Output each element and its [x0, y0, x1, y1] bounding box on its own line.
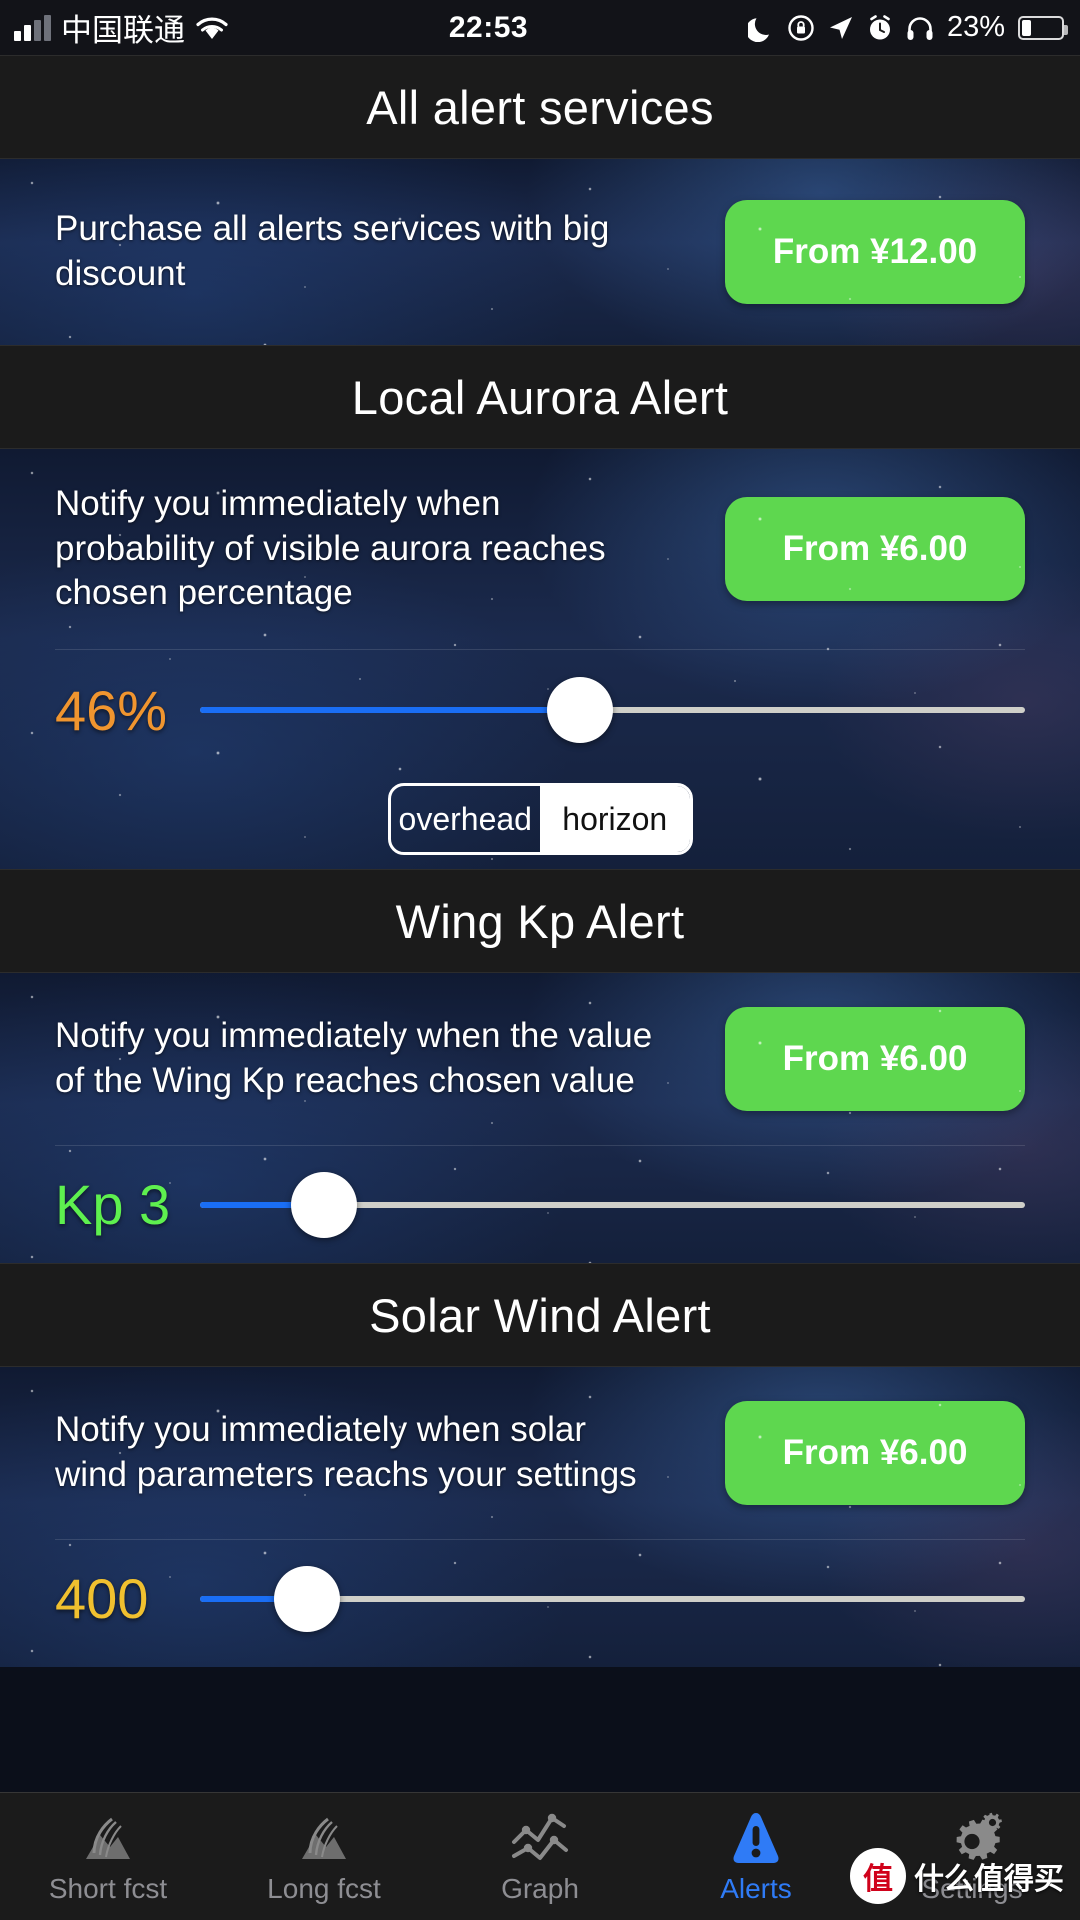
segment-overhead[interactable]: overhead: [391, 786, 541, 852]
moon-icon: [747, 14, 774, 42]
status-bar-clock: 22:53: [448, 10, 529, 44]
tab-graph[interactable]: Graph: [432, 1793, 648, 1920]
card-all-alert-services: Purchase all alerts services with big di…: [0, 159, 1080, 345]
signal-icon: [14, 14, 51, 41]
bottom-tab-bar: Short fcst Long fcst Graph Alerts Settin…: [0, 1792, 1080, 1920]
section-header-solar-wind-alert: Solar Wind Alert: [0, 1263, 1080, 1367]
solar-wind-value: 400: [55, 1567, 149, 1630]
tab-long-fcst[interactable]: Long fcst: [216, 1793, 432, 1920]
card-description: Notify you immediately when the value of…: [55, 1016, 653, 1100]
headphones-icon: [906, 15, 934, 41]
tab-alerts[interactable]: Alerts: [648, 1793, 864, 1920]
gears-icon: [942, 1809, 1002, 1867]
battery-icon: [1018, 15, 1068, 40]
aurora-visibility-segmented-control-wrap: overhead horizon: [0, 770, 1080, 868]
rotation-lock-icon: [787, 14, 815, 42]
purchase-all-alerts-button[interactable]: From ¥12.00: [725, 200, 1025, 304]
card-solar-wind-alert: Notify you immediately when solar wind p…: [0, 1367, 1080, 1667]
purchase-wing-kp-alert-button[interactable]: From ¥6.00: [725, 1007, 1025, 1111]
aurora-visibility-segmented-control[interactable]: overhead horizon: [387, 783, 693, 855]
wifi-icon: [195, 15, 229, 41]
tab-short-fcst[interactable]: Short fcst: [0, 1793, 216, 1920]
wing-kp-slider-row: Kp 3: [0, 1146, 1080, 1263]
tab-settings[interactable]: Settings: [864, 1793, 1080, 1920]
location-arrow-icon: [828, 15, 854, 41]
carrier-label: 中国联通: [61, 13, 185, 48]
tab-label: Alerts: [720, 1872, 792, 1904]
wing-kp-slider[interactable]: [200, 1165, 1025, 1245]
slider-track-fill: [200, 707, 580, 713]
tab-label: Long fcst: [267, 1872, 381, 1904]
card-row: Notify you immediately when probability …: [0, 449, 1080, 649]
battery-percent-label: 23%: [946, 11, 1005, 43]
status-bar-right: 23%: [747, 11, 1080, 44]
section-title: Wing Kp Alert: [395, 894, 685, 948]
slider-thumb[interactable]: [546, 677, 613, 743]
section-title: Solar Wind Alert: [369, 1288, 711, 1342]
status-bar: 中国联通 22:53 23%: [0, 0, 1080, 55]
segment-horizon[interactable]: horizon: [540, 786, 690, 852]
aurora-probability-value: 46%: [55, 678, 168, 742]
card-row: Purchase all alerts services with big di…: [0, 159, 1080, 345]
section-header-wing-kp-alert: Wing Kp Alert: [0, 869, 1080, 973]
purchase-solar-wind-alert-button[interactable]: From ¥6.00: [725, 1401, 1025, 1505]
solar-wind-slider-row: 400: [0, 1540, 1080, 1657]
aurora-mountain-icon: [80, 1809, 136, 1867]
card-row: Notify you immediately when the value of…: [0, 973, 1080, 1145]
solar-wind-slider[interactable]: [200, 1559, 1025, 1639]
aurora-mountain-icon: [296, 1809, 352, 1867]
status-bar-left: 中国联通: [0, 5, 229, 50]
section-title: All alert services: [366, 80, 714, 134]
section-header-local-aurora-alert: Local Aurora Alert: [0, 345, 1080, 449]
tab-label: Graph: [501, 1872, 579, 1904]
aurora-probability-slider-row: 46%: [0, 650, 1080, 770]
purchase-local-aurora-alert-button[interactable]: From ¥6.00: [725, 497, 1025, 601]
tab-label: Short fcst: [48, 1872, 168, 1904]
tab-label: Settings: [921, 1872, 1023, 1904]
card-local-aurora-alert: Notify you immediately when probability …: [0, 449, 1080, 869]
scroll-content[interactable]: All alert services Purchase all alerts s…: [0, 55, 1080, 1920]
aurora-probability-slider[interactable]: [200, 670, 1025, 750]
card-wing-kp-alert: Notify you immediately when the value of…: [0, 973, 1080, 1263]
line-chart-icon: [510, 1809, 570, 1867]
card-description: Notify you immediately when probability …: [55, 483, 606, 613]
section-header-all-alert-services: All alert services: [0, 55, 1080, 159]
section-title: Local Aurora Alert: [351, 370, 729, 424]
card-description: Purchase all alerts services with big di…: [55, 209, 610, 293]
wing-kp-value: Kp 3: [55, 1173, 171, 1236]
card-row: Notify you immediately when solar wind p…: [0, 1367, 1080, 1539]
slider-thumb[interactable]: [290, 1171, 357, 1238]
alert-triangle-icon: [728, 1809, 784, 1867]
card-description: Notify you immediately when solar wind p…: [55, 1410, 637, 1494]
alarm-clock-icon: [867, 14, 893, 42]
slider-thumb[interactable]: [274, 1565, 341, 1632]
